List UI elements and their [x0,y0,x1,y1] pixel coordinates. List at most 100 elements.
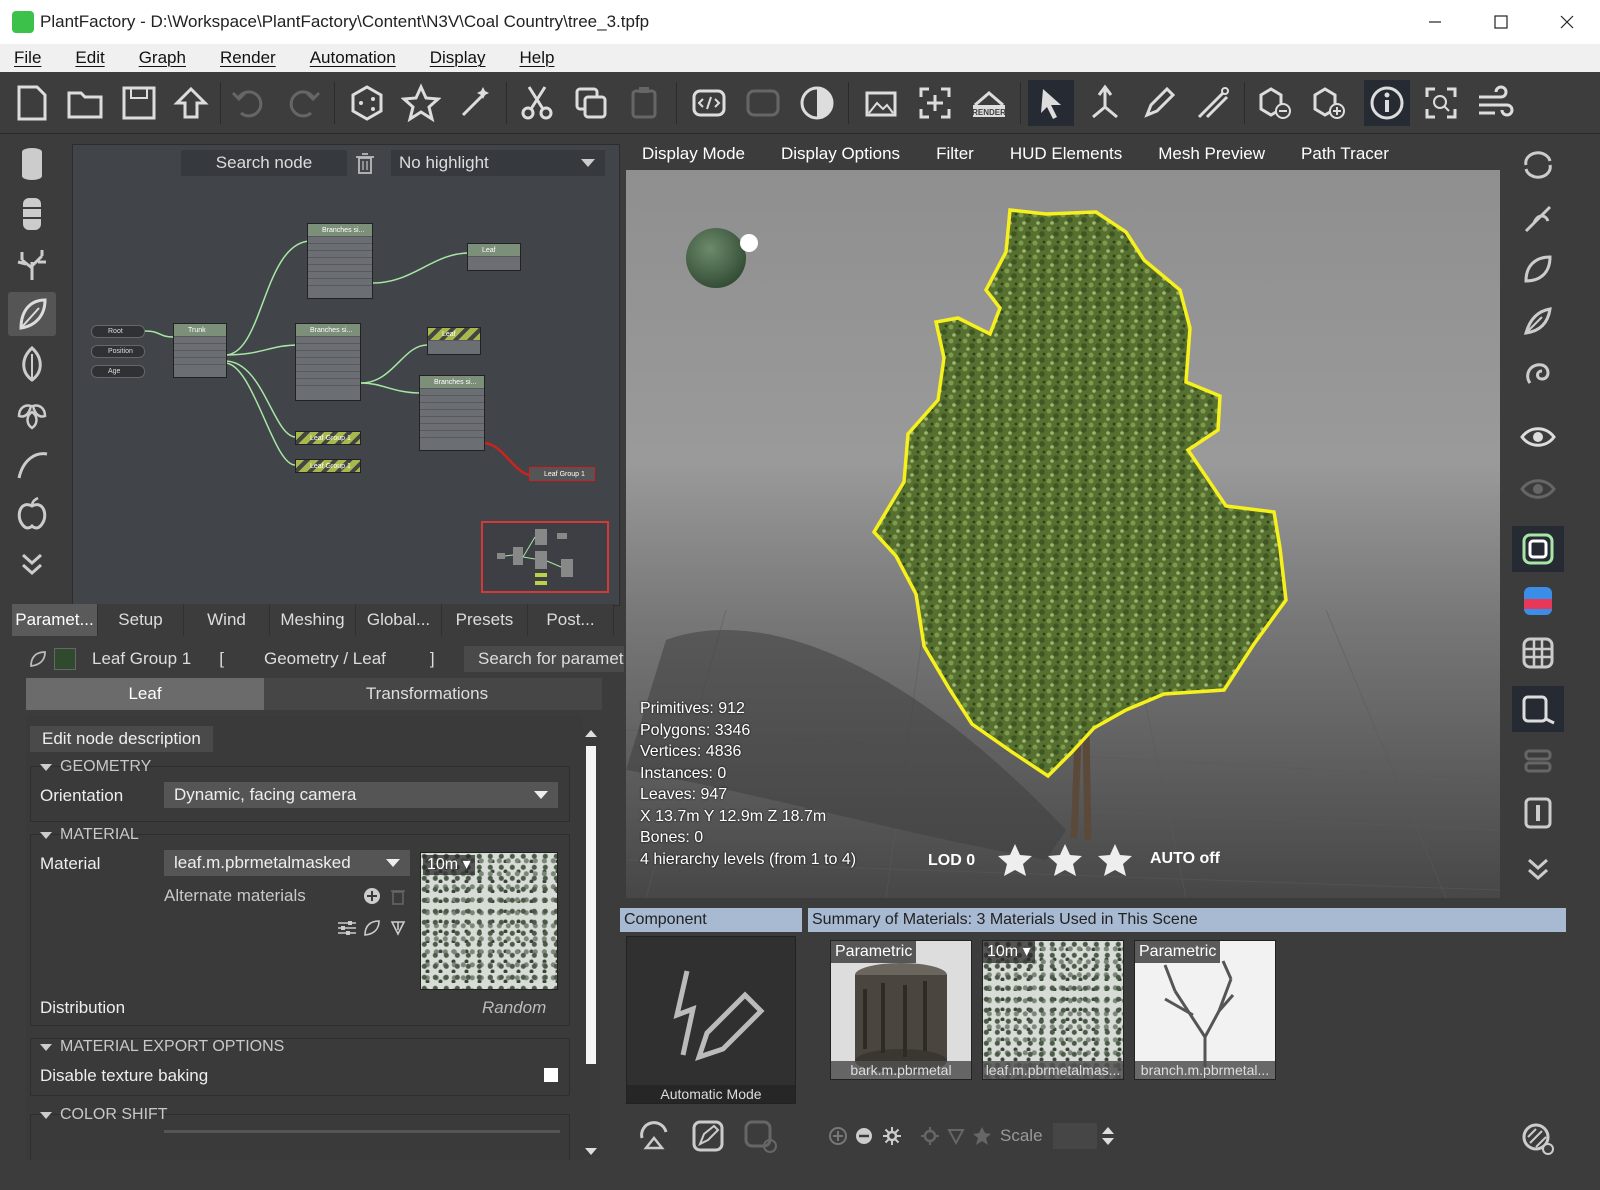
section-color-shift[interactable]: COLOR SHIFT [40,1106,168,1124]
graph-node-age[interactable]: Age [91,365,145,378]
parameter-search-input[interactable]: Search for paramet [464,646,624,672]
graph-node-root[interactable]: Root [91,325,145,338]
tab-parameters[interactable]: Paramet... [12,604,98,636]
render-button-icon[interactable]: RENDER [966,80,1012,126]
menu-render[interactable]: Render [220,48,276,68]
edit-description-button[interactable]: Edit node description [30,726,213,752]
favorite-star-icon[interactable] [398,80,444,126]
lod-star-1-icon[interactable] [996,842,1034,878]
menu-file[interactable]: File [14,48,41,68]
material-star-icon[interactable] [972,1126,996,1146]
add-alternate-icon[interactable] [362,886,382,906]
grid-toggle-icon[interactable] [1512,630,1564,676]
breadcrumb-path[interactable]: Geometry / Leaf [264,649,386,669]
lod-label[interactable]: LOD 0 [928,852,975,870]
graph-node-branches-2[interactable]: Branches si... [295,323,361,401]
rotate-view-icon[interactable] [1512,142,1564,188]
graph-node-leaf-2[interactable]: Leaf [427,327,481,355]
wind-icon[interactable] [1472,80,1518,126]
subtab-transformations[interactable]: Transformations [264,678,590,710]
view-mesh-preview[interactable]: Mesh Preview [1158,144,1265,164]
graph-node-position[interactable]: Position [91,345,145,358]
frame-add-icon[interactable] [912,80,958,126]
image-render-icon[interactable] [858,80,904,126]
leaf-small-icon[interactable] [362,918,382,938]
graph-node-leafgroup-a[interactable]: Leaf Group 1 [295,431,361,445]
panel-scrollbar-thumb[interactable] [586,746,596,1064]
menu-display[interactable]: Display [430,48,486,68]
cylinder-icon[interactable] [8,142,56,186]
save-icon[interactable] [116,80,162,126]
component-edit-icon[interactable] [690,1118,742,1154]
graph-node-leafgroup-b[interactable]: Leaf Group 1 [295,459,361,473]
add-object-icon[interactable] [1306,80,1352,126]
menu-automation[interactable]: Automation [310,48,396,68]
fruit-apple-icon[interactable] [8,492,56,536]
scroll-up-arrow[interactable] [585,730,597,737]
scale-spinner-icon[interactable] [1101,1124,1115,1148]
eye-visible-icon[interactable] [1512,414,1564,460]
tab-setup[interactable]: Setup [98,604,184,636]
tab-meshing[interactable]: Meshing [270,604,356,636]
coral-branches-icon[interactable] [8,242,56,286]
transform-gizmo-icon[interactable] [1082,80,1128,126]
info-icon[interactable] [1364,80,1410,126]
expand-more-icon[interactable] [8,542,56,586]
eye-hidden-icon[interactable] [1512,466,1564,512]
graph-node-trunk[interactable]: Trunk [173,323,227,378]
view-display-mode[interactable]: Display Mode [642,144,745,164]
leaf-view-icon[interactable] [1512,246,1564,292]
component-leaf-refresh-icon[interactable] [636,1118,678,1154]
add-material-icon[interactable] [828,1126,854,1146]
tab-post[interactable]: Post... [528,604,614,636]
material-settings-gear-icon[interactable] [882,1126,920,1146]
delete-alternate-icon[interactable] [388,886,408,906]
view-display-options[interactable]: Display Options [781,144,900,164]
material-ball-icon[interactable] [794,80,840,126]
viewport-frame-icon[interactable] [1512,686,1564,732]
graph-minimap[interactable] [481,521,609,593]
component-preview[interactable]: Automatic Mode [626,936,796,1104]
material-preview-tag[interactable]: 10m ▾ [423,855,475,875]
segmented-trunk-icon[interactable] [8,192,56,236]
copy-icon[interactable] [568,80,614,126]
disable-texture-baking-checkbox[interactable] [544,1068,558,1082]
tab-wind[interactable]: Wind [184,604,270,636]
section-material[interactable]: MATERIAL [40,826,139,844]
node-color-swatch[interactable] [54,648,76,670]
tab-presets[interactable]: Presets [442,604,528,636]
scale-input[interactable] [1052,1123,1097,1149]
leaf-veined-icon[interactable] [8,342,56,386]
pencil-edit-icon[interactable] [1136,80,1182,126]
section-geometry[interactable]: GEOMETRY [40,758,151,776]
color-shift-slider[interactable] [164,1130,560,1133]
subtab-leaf[interactable]: Leaf [26,678,264,710]
undo-icon[interactable] [226,80,272,126]
material-preview[interactable]: 10m ▾ [420,852,558,990]
maximize-button[interactable] [1468,0,1534,44]
lod-star-3-icon[interactable] [1096,842,1134,878]
magic-wand-icon[interactable] [452,80,498,126]
material-thumb-branch[interactable]: Parametric branch.m.pbrmetal... [1134,940,1276,1080]
minimize-button[interactable] [1402,0,1468,44]
upload-icon[interactable] [168,80,214,126]
section-material-export[interactable]: MATERIAL EXPORT OPTIONS [40,1038,284,1056]
material-dropdown[interactable]: leaf.m.pbrmetalmasked [164,850,410,876]
component-add-icon[interactable] [742,1118,784,1154]
zoom-fit-icon[interactable] [1418,80,1464,126]
paste-icon[interactable] [622,80,668,126]
auto-lod-toggle[interactable]: AUTO off [1150,850,1220,868]
material-tag[interactable]: 10m ▾ [983,941,1035,963]
leaf-outline-icon[interactable] [1512,298,1564,344]
graph-node-branches-1[interactable]: Branches si... [307,223,373,299]
material-drop-icon[interactable] [946,1126,972,1146]
open-folder-icon[interactable] [62,80,108,126]
selection-outline-icon[interactable] [1512,526,1564,572]
orientation-dropdown[interactable]: Dynamic, facing camera [164,782,558,808]
scroll-down-arrow[interactable] [585,1148,597,1155]
distribution-value[interactable]: Random [482,998,546,1018]
3d-viewport[interactable]: Primitives: 912 Polygons: 3346 Vertices:… [626,170,1500,898]
view-path-tracer[interactable]: Path Tracer [1301,144,1389,164]
graph-node-leafgroup-c[interactable]: Leaf Group 1 [529,467,595,481]
graph-node-branches-3[interactable]: Branches si... [419,375,485,451]
